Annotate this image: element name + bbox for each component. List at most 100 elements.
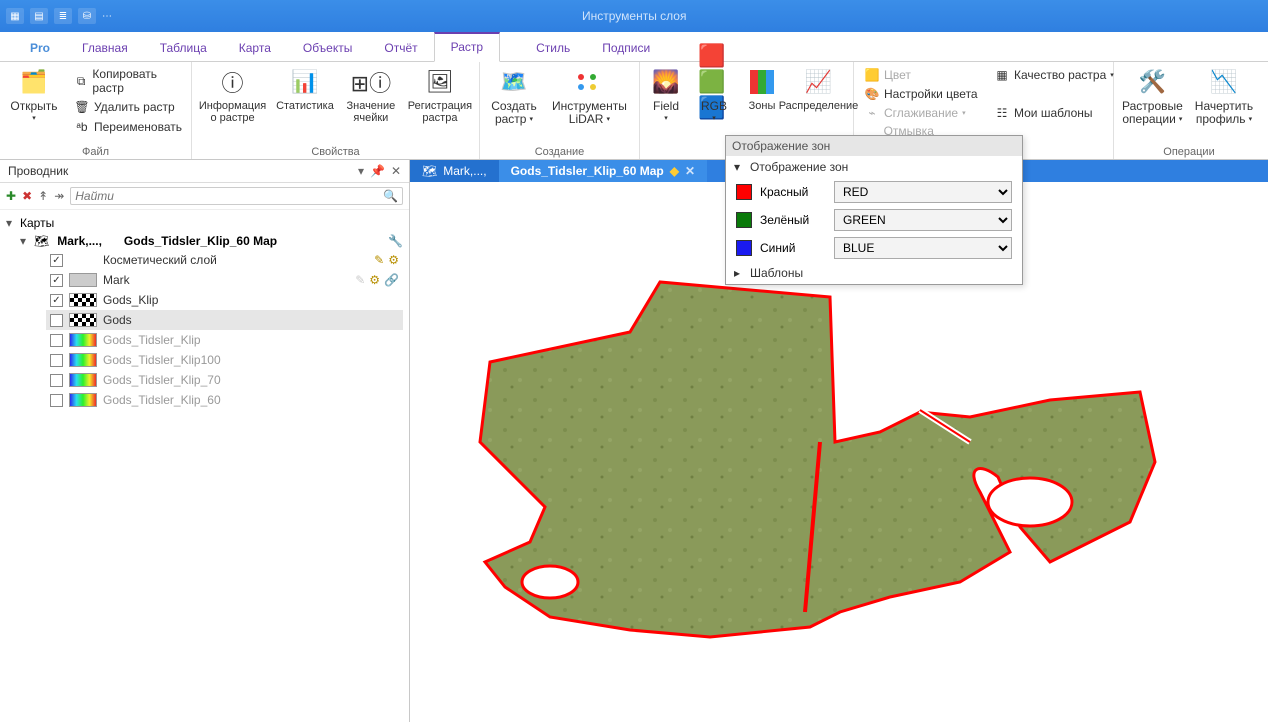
my-templates-button[interactable]: ☷Мои шаблоны [992, 104, 1095, 122]
tab-pro[interactable]: Pro [14, 35, 66, 62]
rgb-button[interactable]: 🟥🟩🟦RGB▾ [696, 66, 732, 125]
tab-table[interactable]: Таблица [144, 35, 223, 62]
qat-db-icon[interactable]: ⛁ [78, 8, 96, 24]
qat-table-icon[interactable]: ▤ [30, 8, 48, 24]
tree-maps-label: Карты [20, 216, 54, 230]
layer-swatch [69, 393, 97, 407]
layer-checkbox[interactable] [50, 354, 63, 367]
smoothing-button: ⌁Сглаживание ▾ [862, 104, 968, 122]
gear-icon[interactable]: ⚙ [388, 253, 399, 267]
tab-home[interactable]: Главная [66, 35, 144, 62]
explorer-panel: Проводник ▾ 📌 ✕ ✚ ✖ ↟ ↠ 🔍 ▾Карты ▾🗺 Mark… [0, 160, 410, 722]
open-button[interactable]: 🗂️ Открыть ▾ [8, 66, 60, 125]
color-icon: 🟨 [864, 67, 880, 83]
layer-name: Gods_Tidsler_Klip [103, 333, 399, 347]
distribution-button[interactable]: 📈Распределение [792, 66, 845, 112]
layer-checkbox[interactable] [50, 374, 63, 387]
gear-icon[interactable]: ⚙ [369, 273, 380, 287]
layer-checkbox[interactable] [50, 314, 63, 327]
qat-layers-icon[interactable]: ≣ [54, 8, 72, 24]
layer-row[interactable]: ✓ Gods_Klip [46, 290, 403, 310]
popup-templates-header[interactable]: ▸Шаблоны [726, 262, 1022, 284]
popup-section-header[interactable]: ▾Отображение зон [726, 156, 1022, 178]
zone-green-select[interactable]: GREEN [834, 209, 1012, 231]
zone-row-blue: Синий BLUE [726, 234, 1022, 262]
register-raster-button[interactable]: 🖼Регистрация растра [409, 66, 471, 124]
stats-icon: 📊 [289, 66, 321, 98]
search-box[interactable]: 🔍 [70, 187, 403, 205]
nav-right-icon[interactable]: ↠ [54, 189, 64, 203]
raster-info-label: Информация о растре [199, 100, 266, 124]
layer-checkbox[interactable]: ✓ [50, 274, 63, 287]
layer-row[interactable]: Gods_Tidsler_Klip_60 [46, 390, 403, 410]
tab-map[interactable]: Карта [223, 35, 287, 62]
layer-name: Gods_Klip [103, 293, 399, 307]
zone-blue-select[interactable]: BLUE [834, 237, 1012, 259]
tab-raster[interactable]: Растр [434, 32, 500, 62]
raster-ops-icon: 🛠️ [1136, 66, 1168, 98]
search-icon[interactable]: 🔍 [383, 189, 398, 203]
layer-row[interactable]: Gods_Tidsler_Klip100 [46, 350, 403, 370]
rename-button[interactable]: ᵃbПереименовать [72, 118, 184, 136]
color-label: Цвет [884, 68, 911, 82]
distribution-label: Распределение [779, 100, 859, 112]
explorer-toolbar: ✚ ✖ ↟ ↠ 🔍 [0, 183, 409, 210]
map-tools-icon[interactable]: 🔧 [388, 234, 403, 248]
raster-ops-button[interactable]: 🛠️Растровые операции ▾ [1122, 66, 1183, 126]
tab-style[interactable]: Стиль [520, 35, 586, 62]
panel-pin-icon[interactable]: 📌 [370, 164, 385, 178]
map-title-label: Gods_Tidsler_Klip_60 Map [124, 234, 277, 248]
qat-map-icon[interactable]: ▦ [6, 8, 24, 24]
link-icon[interactable]: 🔗 [384, 273, 399, 287]
delete-raster-button[interactable]: 🗑Удалить растр [72, 98, 184, 116]
lidar-icon [573, 66, 605, 98]
field-button[interactable]: 🌄Field▾ [648, 66, 684, 125]
layer-row[interactable]: ✓ Mark ✎⚙🔗 [46, 270, 403, 290]
layer-row[interactable]: Gods_Tidsler_Klip_70 [46, 370, 403, 390]
search-input[interactable] [75, 189, 383, 203]
panel-menu-icon[interactable]: ▾ [358, 164, 364, 178]
copy-raster-button[interactable]: ⧉Копировать растр [72, 66, 184, 96]
create-raster-button[interactable]: 🗺️Создать растр ▾ [488, 66, 540, 126]
map-tab-selected[interactable]: Gods_Tidsler_Klip_60 Map ◆ ✕ [499, 160, 707, 182]
add-icon[interactable]: ✚ [6, 189, 16, 203]
ribbon-group-properties: ⓘИнформация о растре 📊Статистика ⊞ⓘЗначе… [192, 62, 480, 159]
layer-row[interactable]: Gods_Tidsler_Klip [46, 330, 403, 350]
panel-close-icon[interactable]: ✕ [391, 164, 401, 178]
color-settings-icon: 🎨 [864, 86, 880, 102]
tab-labels[interactable]: Подписи [586, 35, 666, 62]
raster-quality-button[interactable]: ▦Качество растра ▾ [992, 66, 1116, 84]
layer-row-cosmetic[interactable]: ✓ Косметический слой ✎⚙ [46, 250, 403, 270]
tab-objects[interactable]: Объекты [287, 35, 369, 62]
zones-button[interactable]: Зоны [744, 66, 780, 112]
pencil-icon[interactable]: ✎ [374, 253, 384, 267]
cell-value-button[interactable]: ⊞ⓘЗначение ячейки [345, 66, 397, 124]
open-icon: 🗂️ [18, 66, 50, 98]
color-settings-button[interactable]: 🎨Настройки цвета [862, 85, 980, 103]
tree-map-item[interactable]: ▾🗺 Mark,..., Gods_Tidsler_Klip_60 Map 🔧 [20, 232, 403, 250]
layer-row-selected[interactable]: Gods [46, 310, 403, 330]
tree-maps-node[interactable]: ▾Карты [6, 214, 403, 232]
qat-more-icon[interactable]: ⋯ [102, 8, 112, 24]
lidar-tools-button[interactable]: Инструменты LiDAR ▾ [552, 66, 627, 126]
map-tab[interactable]: 🗺Mark,..., [410, 160, 499, 182]
zones-icon [746, 66, 778, 98]
nav-up-icon[interactable]: ↟ [38, 189, 48, 203]
pencil-icon[interactable]: ✎ [355, 273, 365, 287]
cell-value-label: Значение ячейки [346, 100, 395, 124]
zone-red-select[interactable]: RED [834, 181, 1012, 203]
layer-name: Gods [103, 313, 399, 327]
delete-icon: 🗑 [74, 99, 90, 115]
statistics-button[interactable]: 📊Статистика [277, 66, 333, 112]
layer-checkbox[interactable]: ✓ [50, 294, 63, 307]
raster-info-button[interactable]: ⓘИнформация о растре [200, 66, 265, 124]
remove-icon[interactable]: ✖ [22, 189, 32, 203]
layer-checkbox[interactable] [50, 394, 63, 407]
draw-profile-button[interactable]: 📉Начертить профиль ▾ [1195, 66, 1253, 126]
color-swatch-green [736, 212, 752, 228]
tab-close-icon[interactable]: ✕ [685, 164, 695, 178]
layer-checkbox[interactable] [50, 334, 63, 347]
layer-swatch [69, 353, 97, 367]
tab-report[interactable]: Отчёт [368, 35, 433, 62]
layer-checkbox[interactable]: ✓ [50, 254, 63, 267]
